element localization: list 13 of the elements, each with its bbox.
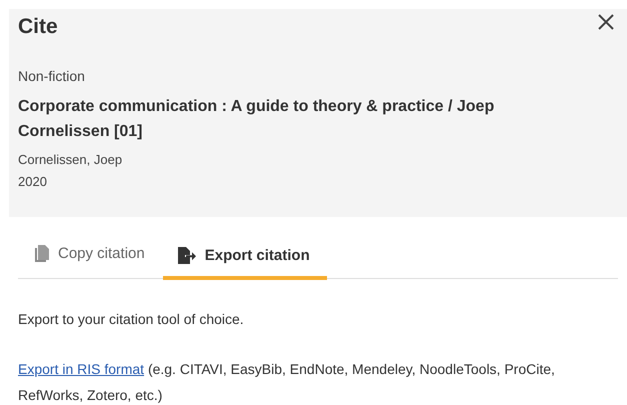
citation-tab[interactable]: Export citation xyxy=(162,235,327,280)
copy-icon xyxy=(35,245,49,262)
close-icon[interactable] xyxy=(597,13,615,31)
record-year: 2020 xyxy=(18,173,48,191)
record-author: Cornelissen, Joep xyxy=(18,151,124,169)
record-title: Corporate communication : A guide to theory & practice / Joep Cornelissen [01] xyxy=(18,97,496,142)
dialog-title: Cite xyxy=(18,14,58,40)
export-icon xyxy=(178,247,196,264)
citation-tab[interactable]: Copy citation xyxy=(18,235,163,280)
intro-text: Export to your citation tool of choice. xyxy=(18,310,245,329)
ris-export-link[interactable]: Export in RIS format xyxy=(18,361,144,377)
record-type: Non-fiction xyxy=(18,67,86,85)
export-description: Export in RIS format (e.g. CITAVI, EasyBib, EndNote, Mendeley, NoodleTools, ProCite, RefWorks, Zotero, etc.) xyxy=(18,360,556,405)
